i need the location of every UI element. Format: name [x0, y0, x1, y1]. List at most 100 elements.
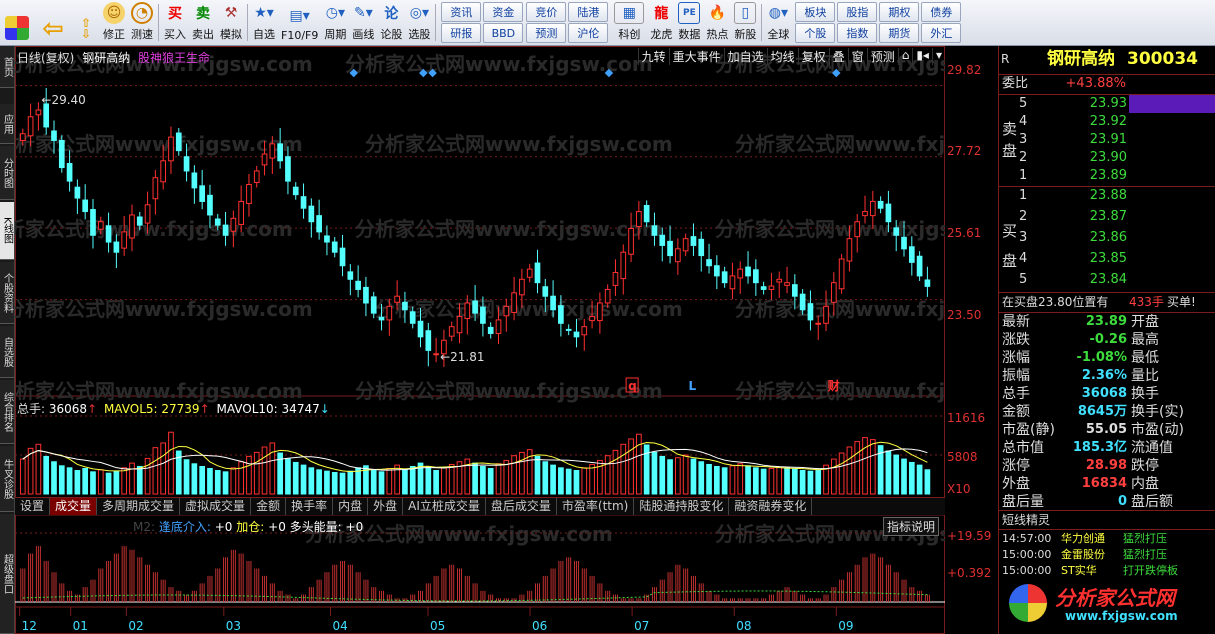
tab-margin[interactable]: 融资融券变化: [729, 498, 813, 515]
tab-volume[interactable]: 成交量: [50, 498, 98, 515]
index-button[interactable]: 指数: [837, 23, 878, 43]
volume-bar: [402, 468, 408, 495]
tab-super-book[interactable]: 超级盘口: [0, 514, 14, 634]
predict-button[interactable]: 预测: [866, 48, 898, 65]
kline-chart-svg[interactable]: 分析家公式网www.fxjgsw.com 分析家公式网www.fxjgsw.com…: [15, 46, 945, 634]
tab-pe-ttm[interactable]: 市盈率(ttm): [557, 498, 635, 515]
ask-price[interactable]: 23.89: [1079, 167, 1127, 185]
ask-price[interactable]: 23.90: [1079, 149, 1127, 167]
tab-amount[interactable]: 金额: [251, 498, 287, 515]
sprite-stock[interactable]: ST实华: [1061, 562, 1097, 580]
hulun-button[interactable]: 沪伦: [568, 23, 609, 43]
chart-marker[interactable]: 财: [827, 378, 840, 393]
research-button[interactable]: 研报: [441, 23, 482, 43]
sell-button[interactable]: 卖卖出: [189, 0, 217, 45]
tab-multi-volume[interactable]: 多周期成交量: [97, 498, 181, 515]
volume-bar: [714, 465, 720, 495]
stocks-button[interactable]: 个股: [795, 23, 836, 43]
indicator-help-button[interactable]: 指标说明: [883, 517, 940, 536]
bid-price[interactable]: 23.86: [1079, 229, 1127, 247]
bid-price[interactable]: 23.88: [1079, 187, 1127, 205]
major-events-button[interactable]: 重大事件: [668, 48, 724, 65]
tab-profile[interactable]: 个股资料: [0, 262, 14, 324]
chart-marker[interactable]: q: [628, 379, 637, 393]
overlay-button[interactable]: 叠: [828, 48, 848, 65]
nine-turn-button[interactable]: 九转: [637, 48, 669, 65]
tab-apps[interactable]: 应用: [0, 104, 14, 144]
tab-northbound[interactable]: 陆股通持股变化: [634, 498, 730, 515]
tab-ranking[interactable]: 综合排名: [0, 380, 14, 444]
futures-button[interactable]: 期货: [879, 23, 920, 43]
sector-button[interactable]: 板块: [795, 2, 836, 22]
data-button[interactable]: PE 数据: [675, 0, 703, 45]
options-button[interactable]: 期权: [879, 2, 920, 22]
candle-body: [823, 305, 829, 324]
lugang-button[interactable]: 陆港: [568, 2, 609, 22]
fix-button[interactable]: ☺ 修正: [100, 0, 128, 45]
add-watchlist-button[interactable]: 加自选: [723, 48, 767, 65]
window-button[interactable]: 窗: [847, 48, 867, 65]
lock-icon[interactable]: ⌂: [897, 48, 913, 65]
tab-turnover[interactable]: 换手率: [286, 498, 334, 515]
stat-row: 总手 36068 换手: [999, 385, 1215, 403]
news-button[interactable]: 资讯: [441, 2, 482, 22]
candle-body: [675, 248, 681, 263]
chevron-down-icon[interactable]: ▾: [931, 48, 945, 65]
tab-kline[interactable]: K线图: [0, 202, 14, 260]
dragon-button[interactable]: 龍龙虎: [647, 0, 675, 45]
adjust-button[interactable]: 复权: [797, 48, 829, 65]
hot-button[interactable]: 🔥 热点: [703, 0, 731, 45]
chart-marker[interactable]: L: [688, 379, 696, 393]
candle-body: [74, 186, 81, 199]
index-futures-button[interactable]: 股指: [837, 2, 878, 22]
tab-watchlist[interactable]: 自选股: [0, 326, 14, 378]
bonds-button[interactable]: 债券: [921, 2, 962, 22]
tab-ai-volume[interactable]: AI立桩成交量: [403, 498, 486, 515]
forum-button[interactable]: 论论股: [377, 0, 405, 45]
tab-virtual-volume[interactable]: 虚拟成交量: [180, 498, 252, 515]
global-button[interactable]: ◍▾ 全球: [764, 0, 792, 45]
star-market-button[interactable]: ▦ 科创: [611, 0, 647, 45]
volume-bar: [815, 469, 822, 495]
period-button[interactable]: ◷▾ 周期: [321, 0, 349, 45]
stat-label: 涨跌: [1002, 332, 1030, 348]
ind-add-value: +0: [268, 520, 286, 534]
bid-price[interactable]: 23.87: [1079, 208, 1127, 226]
kline-chart-area[interactable]: 分析家公式网www.fxjgsw.com 分析家公式网www.fxjgsw.com…: [15, 46, 945, 634]
tab-after-volume[interactable]: 盘后成交量: [486, 498, 557, 515]
candle-body: [417, 320, 424, 338]
bid-price[interactable]: 23.84: [1079, 271, 1127, 289]
ma-button[interactable]: 均线: [766, 48, 798, 65]
funds-button[interactable]: 资金: [483, 2, 524, 22]
picker-button[interactable]: ◎▾ 选股: [405, 0, 433, 45]
info-grid: 资讯 资金 研报 BBD: [438, 0, 526, 45]
simulate-button[interactable]: ⚒ 模拟: [217, 0, 245, 45]
candle-body: [682, 238, 689, 252]
back-button[interactable]: ⇦: [34, 0, 72, 45]
forecast-button[interactable]: 预测: [526, 23, 567, 43]
bbd-button[interactable]: BBD: [483, 23, 524, 43]
tab-diagnosis[interactable]: 牛叉诊股: [0, 446, 14, 512]
updown-button[interactable]: ⇧ ⇩: [72, 0, 100, 45]
buy-button[interactable]: 买买入: [161, 0, 189, 45]
ask-price[interactable]: 23.92: [1079, 113, 1127, 131]
tab-outer[interactable]: 外盘: [368, 498, 404, 515]
draw-button[interactable]: ✎▾ 画线: [349, 0, 377, 45]
panel-toggle-icon[interactable]: ▮◂: [912, 48, 932, 65]
ipo-button[interactable]: ▯ 新股: [731, 0, 759, 45]
speedtest-button[interactable]: ◔ 测速: [128, 0, 156, 45]
watchlist-button[interactable]: ★▾ 自选: [250, 0, 278, 45]
ask-price[interactable]: 23.91: [1079, 131, 1127, 149]
auction-button[interactable]: 竞价: [526, 2, 567, 22]
menu-button[interactable]: [0, 0, 34, 45]
tab-home[interactable]: 首页: [0, 46, 14, 88]
f10-button[interactable]: ▤▾ F10/F9: [278, 0, 321, 45]
dragon-icon: 龍: [654, 6, 669, 22]
tab-inner[interactable]: 内盘: [333, 498, 369, 515]
forex-button[interactable]: 外汇: [921, 23, 962, 43]
bid-price[interactable]: 23.85: [1079, 250, 1127, 268]
volume-bar: [620, 443, 627, 495]
tab-settings[interactable]: 设置: [15, 498, 51, 515]
tab-intraday[interactable]: 分时图: [0, 146, 14, 200]
ask-price[interactable]: 23.93: [1079, 95, 1127, 113]
